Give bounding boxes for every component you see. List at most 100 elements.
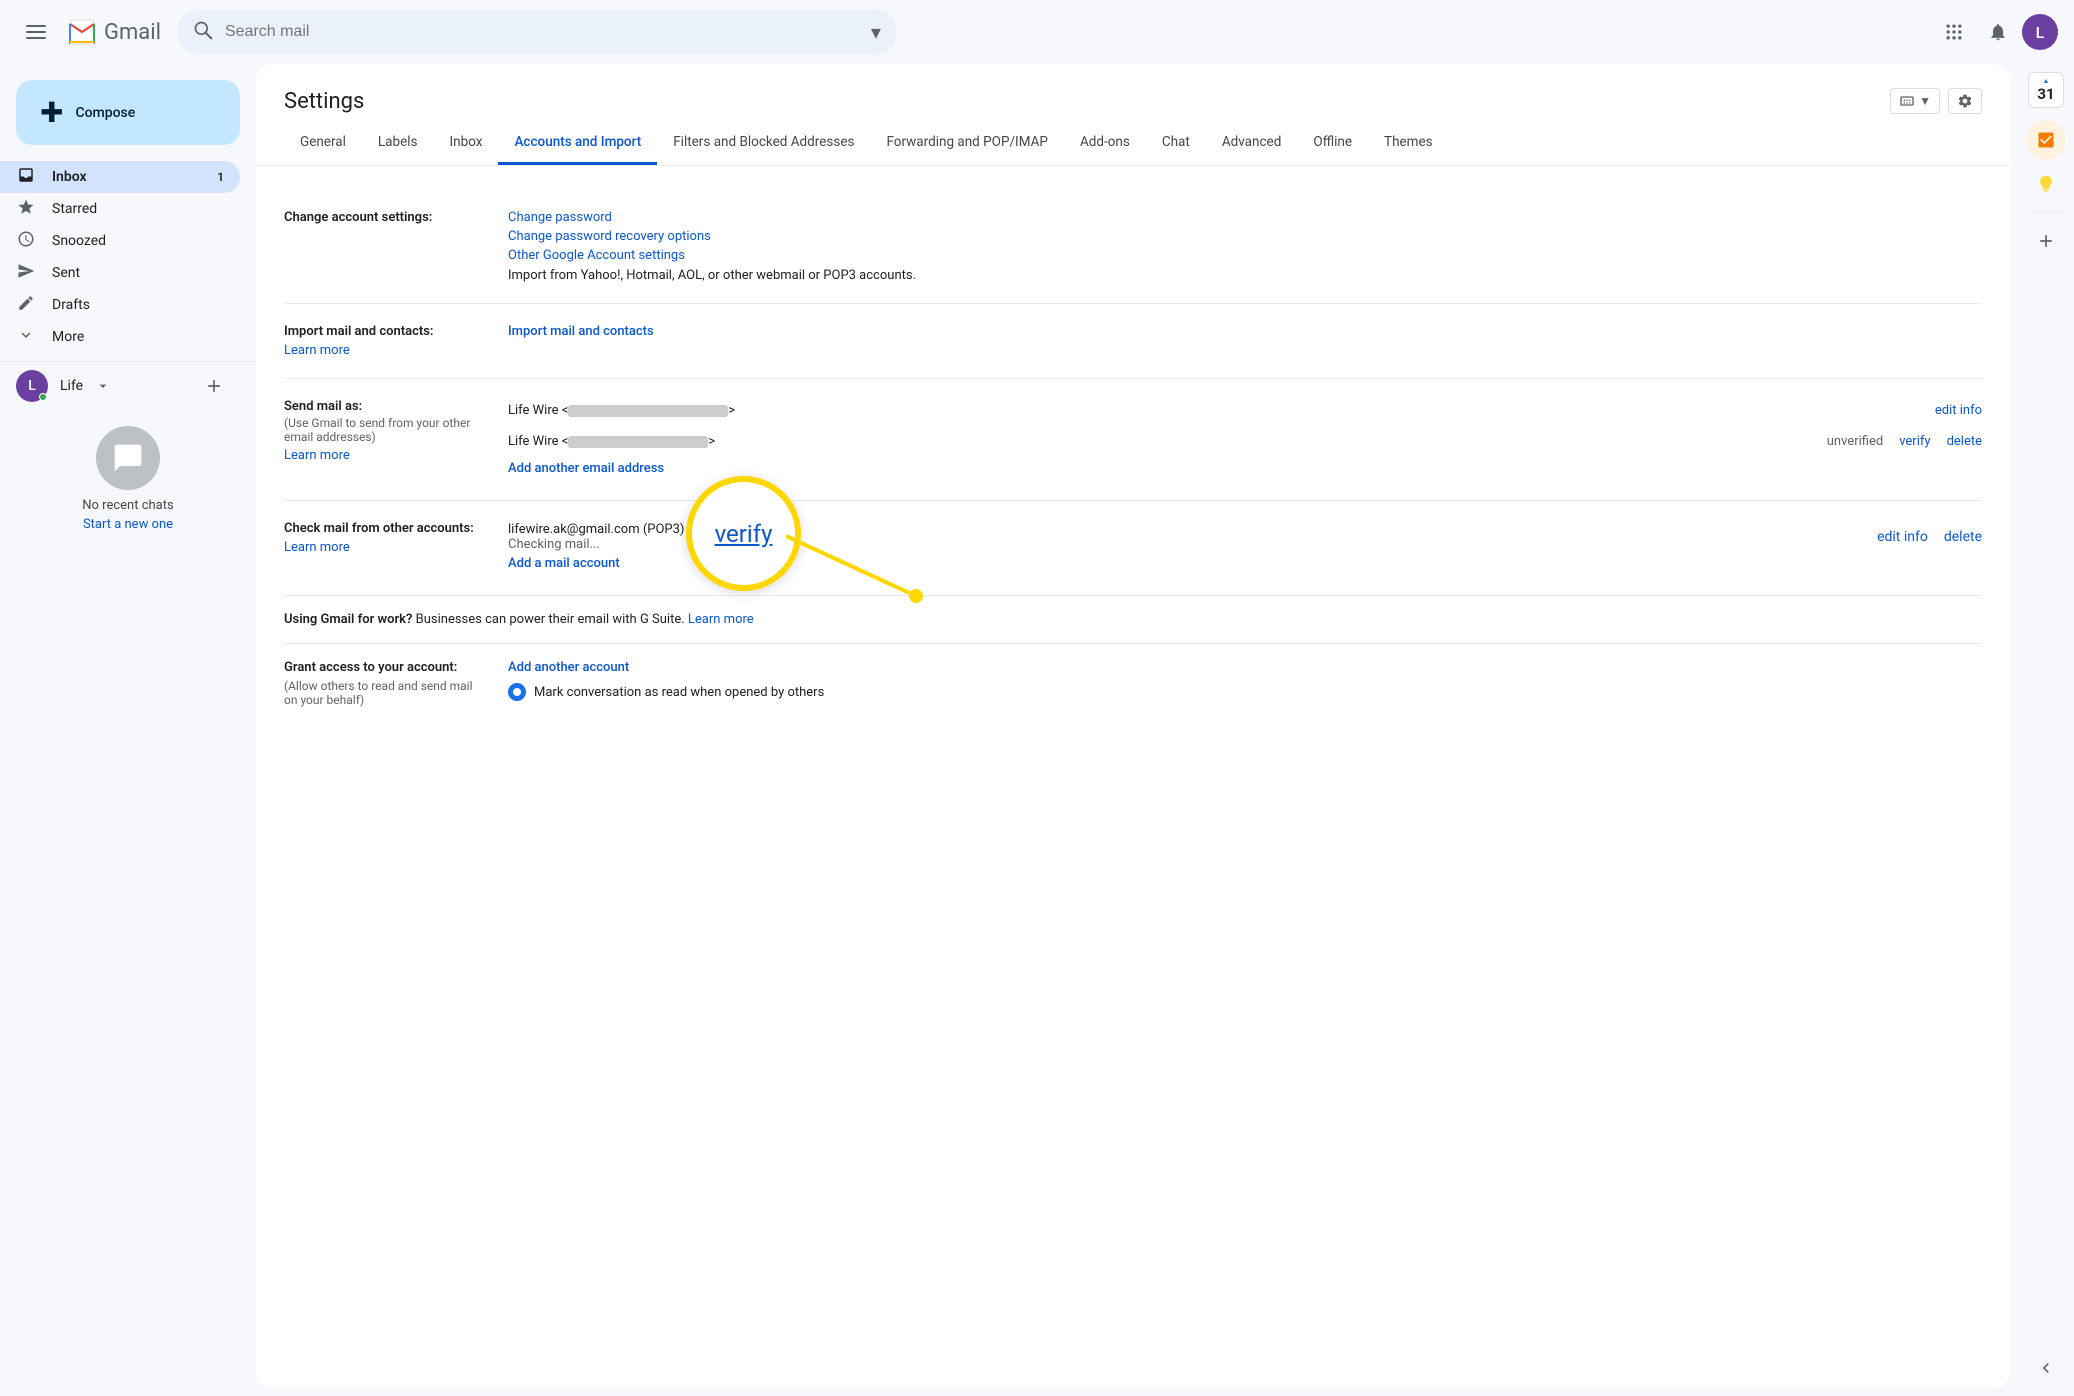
keyboard-shortcuts-btn[interactable]: ▼ <box>1890 88 1940 114</box>
topbar-right: L <box>1934 12 2058 52</box>
change-password-recovery-link[interactable]: Change password recovery options <box>508 229 1982 244</box>
check-mail-delete-link[interactable]: delete <box>1944 529 1982 545</box>
content-area: Settings ▼ General Labels Inbox Accounts… <box>256 64 2010 1388</box>
add-email-link[interactable]: Add another email address <box>508 461 1982 476</box>
checking-status: Checking mail... <box>508 537 684 552</box>
settings-actions: ▼ <box>1890 88 1982 114</box>
starred-icon <box>16 198 36 221</box>
right-panel: ▲ 31 <box>2018 64 2074 1396</box>
snoozed-icon <box>16 230 36 253</box>
apps-icon[interactable] <box>1934 12 1974 52</box>
calendar-icon[interactable]: ▲ 31 <box>2028 72 2064 108</box>
verify-link[interactable]: verify <box>1899 434 1930 449</box>
import-mail-row: Import mail and contacts: Learn more Imp… <box>284 304 1982 379</box>
grant-access-label-col: Grant access to your account: (Allow oth… <box>284 660 484 707</box>
using-gmail-row: Using Gmail for work? Businesses can pow… <box>284 596 1982 644</box>
search-bar[interactable]: ▾ <box>177 9 897 55</box>
search-input[interactable] <box>225 23 859 41</box>
check-mail-label: Check mail from other accounts: Learn mo… <box>284 521 484 575</box>
start-new-link[interactable]: Start a new one <box>16 517 240 532</box>
right-panel-divider <box>2028 212 2064 213</box>
tab-chat[interactable]: Chat <box>1146 122 1206 165</box>
using-gmail-text: Businesses can power their email with G … <box>416 612 685 627</box>
no-chats-text: No recent chats <box>16 498 240 513</box>
import-learn-more-link[interactable]: Learn more <box>284 343 484 358</box>
check-mail-row: Check mail from other accounts: Learn mo… <box>284 501 1982 596</box>
grant-access-row: Grant access to your account: (Allow oth… <box>284 644 1982 723</box>
tab-filters[interactable]: Filters and Blocked Addresses <box>657 122 870 165</box>
avatar[interactable]: L <box>2022 14 2058 50</box>
inbox-count: 1 <box>217 170 224 184</box>
account-label: Life <box>60 378 83 394</box>
starred-label: Starred <box>52 201 224 217</box>
account-dropdown-icon <box>95 378 111 394</box>
sidebar-item-snoozed[interactable]: Snoozed <box>0 225 240 257</box>
send-mail-actions-2: unverified verify delete <box>1827 434 1982 449</box>
sent-label: Sent <box>52 265 224 281</box>
using-gmail-learn-more[interactable]: Learn more <box>688 612 754 627</box>
notifications-icon[interactable] <box>1978 12 2018 52</box>
sent-icon <box>16 262 36 285</box>
using-gmail-label: Using Gmail for work? <box>284 612 412 627</box>
delete-link-2[interactable]: delete <box>1947 434 1982 449</box>
compose-button[interactable]: ✚ Compose <box>16 80 240 145</box>
account-item[interactable]: L Life <box>0 370 240 402</box>
add-account-icon[interactable] <box>204 376 224 396</box>
tab-labels[interactable]: Labels <box>362 122 434 165</box>
change-account-row: Change account settings: Change password… <box>284 190 1982 304</box>
keep-icon-btn[interactable] <box>2026 164 2066 204</box>
tab-themes[interactable]: Themes <box>1368 122 1449 165</box>
send-mail-content: Life Wire <> edit info Life Wire <> unve… <box>508 399 1982 480</box>
check-mail-edit-link[interactable]: edit info <box>1877 529 1928 545</box>
tab-general[interactable]: General <box>284 122 362 165</box>
check-mail-content: lifewire.ak@gmail.com (POP3) Checking ma… <box>508 521 1982 575</box>
settings-content: Change account settings: Change password… <box>256 166 2010 1388</box>
google-account-settings-link[interactable]: Other Google Account settings <box>508 248 1982 263</box>
compose-label: Compose <box>75 105 135 121</box>
mark-conversation-radio[interactable] <box>508 683 526 701</box>
tab-addons[interactable]: Add-ons <box>1064 122 1146 165</box>
send-mail-entry-1: Life Wire <> edit info <box>508 399 1982 422</box>
inbox-label: Inbox <box>52 169 201 185</box>
send-mail-actions-1: edit info <box>1935 403 1982 418</box>
grant-access-inner: Grant access to your account: (Allow oth… <box>284 660 1982 707</box>
edit-info-link-1[interactable]: edit info <box>1935 403 1982 418</box>
change-password-link[interactable]: Change password <box>508 210 1982 225</box>
sidebar-item-starred[interactable]: Starred <box>0 193 240 225</box>
compose-plus-icon: ✚ <box>40 96 63 129</box>
check-mail-learn-more[interactable]: Learn more <box>284 540 484 555</box>
import-mail-content: Import mail and contacts <box>508 324 1982 358</box>
chat-avatar <box>96 426 160 490</box>
more-label: More <box>52 329 224 345</box>
tab-inbox[interactable]: Inbox <box>434 122 499 165</box>
chats-section: No recent chats Start a new one <box>0 402 256 548</box>
sidebar-item-more[interactable]: More <box>0 321 240 353</box>
sidebar: ✚ Compose Inbox 1 Starred Snoozed <box>0 64 256 1396</box>
drafts-icon <box>16 294 36 317</box>
menu-icon[interactable] <box>16 12 56 52</box>
add-mail-account-link[interactable]: Add a mail account <box>508 556 1982 571</box>
tab-advanced[interactable]: Advanced <box>1206 122 1298 165</box>
send-mail-learn-more[interactable]: Learn more <box>284 448 484 463</box>
sidebar-item-inbox[interactable]: Inbox 1 <box>0 161 240 193</box>
import-mail-contacts-link[interactable]: Import mail and contacts <box>508 324 1982 339</box>
send-mail-name-2: Life Wire <> <box>508 434 715 449</box>
topbar: Gmail ▾ L <box>0 0 2074 64</box>
search-icon <box>193 20 213 45</box>
tab-accounts[interactable]: Accounts and Import <box>498 122 657 165</box>
search-dropdown-icon[interactable]: ▾ <box>871 20 881 44</box>
check-mail-entry: lifewire.ak@gmail.com (POP3) Checking ma… <box>508 521 1982 552</box>
sidebar-item-sent[interactable]: Sent <box>0 257 240 289</box>
tab-offline[interactable]: Offline <box>1297 122 1368 165</box>
gmail-logo: Gmail <box>64 14 161 50</box>
sidebar-item-drafts[interactable]: Drafts <box>0 289 240 321</box>
tasks-icon-btn[interactable] <box>2026 120 2066 160</box>
send-mail-label: Send mail as: (Use Gmail to send from yo… <box>284 399 484 480</box>
settings-title: Settings <box>284 89 364 114</box>
settings-gear-btn[interactable] <box>1948 88 1982 114</box>
import-mail-label: Import mail and contacts: Learn more <box>284 324 484 358</box>
tab-forwarding[interactable]: Forwarding and POP/IMAP <box>870 122 1063 165</box>
expand-right-icon[interactable] <box>2026 1348 2066 1388</box>
add-app-icon[interactable] <box>2026 221 2066 261</box>
add-account-link[interactable]: Add another account <box>508 660 824 675</box>
